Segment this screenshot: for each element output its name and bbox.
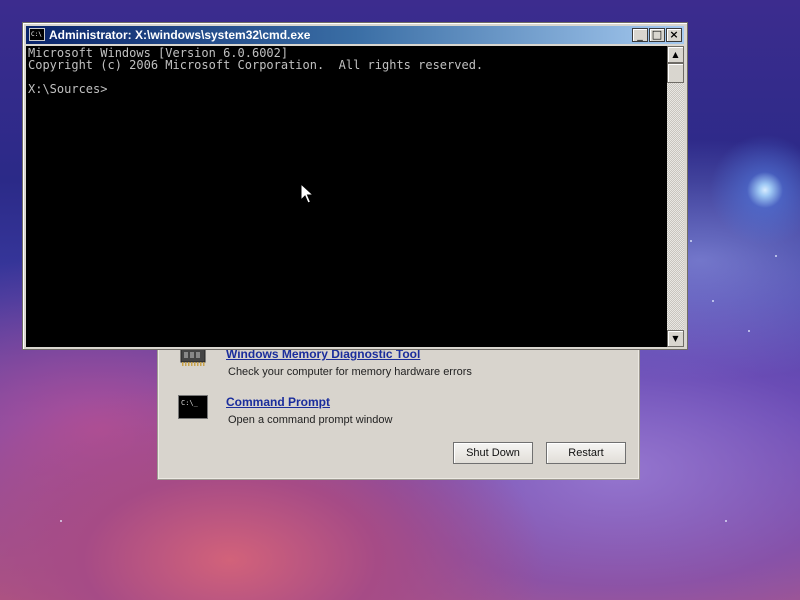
background-star [725, 520, 727, 522]
window-title: Administrator: X:\windows\system32\cmd.e… [49, 28, 311, 42]
maximize-button[interactable]: □ [649, 28, 665, 42]
console-app-icon-text: C:\ [31, 31, 42, 38]
console-prompt: X:\Sources> [28, 82, 108, 96]
scrollbar-thumb[interactable] [667, 63, 684, 83]
command-prompt-link[interactable]: Command Prompt [226, 395, 330, 409]
console-app-icon: C:\ [29, 28, 45, 41]
desktop: { "cmd_window": { "title": "Administrato… [0, 0, 800, 600]
console-line: Copyright (c) 2006 Microsoft Corporation… [28, 58, 484, 72]
scroll-down-arrow-icon[interactable]: ▼ [667, 330, 684, 347]
cmd-window[interactable]: C:\ Administrator: X:\windows\system32\c… [22, 22, 688, 350]
memory-diagnostic-description: Check your computer for memory hardware … [228, 366, 472, 378]
background-star [775, 255, 777, 257]
background-star [60, 520, 62, 522]
mouse-pointer-icon [300, 183, 314, 204]
system-recovery-options-panel: Windows Memory Diagnostic Tool Check you… [157, 330, 640, 480]
command-prompt-icon-text: C:\_ [181, 399, 198, 407]
background-star [690, 240, 692, 242]
shut-down-button[interactable]: Shut Down [453, 442, 533, 464]
background-star [748, 330, 750, 332]
vertical-scrollbar[interactable]: ▲ ▼ [667, 46, 684, 347]
minimize-button[interactable]: _ [632, 28, 648, 42]
background-star [712, 300, 714, 302]
close-button[interactable]: × [666, 28, 682, 42]
cmd-titlebar[interactable]: C:\ Administrator: X:\windows\system32\c… [26, 26, 684, 44]
command-prompt-description: Open a command prompt window [228, 414, 393, 426]
scroll-up-arrow-icon[interactable]: ▲ [667, 46, 684, 63]
restart-button[interactable]: Restart [546, 442, 626, 464]
console-output-area[interactable]: Microsoft Windows [Version 6.0.6002] Cop… [26, 46, 667, 347]
command-prompt-icon: C:\_ [178, 395, 208, 419]
